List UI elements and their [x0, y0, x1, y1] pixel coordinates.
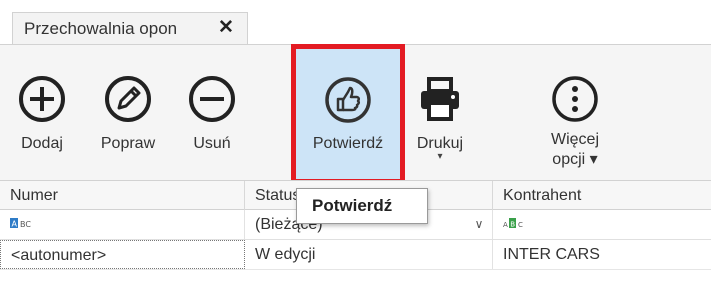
text-filter-icon: A BC [10, 218, 31, 229]
cell-kontrahent[interactable]: INTER CARS [493, 240, 711, 269]
pencil-circle-icon [105, 76, 151, 122]
delete-button[interactable]: Usuń [181, 45, 243, 181]
svg-text:A: A [503, 221, 508, 229]
svg-text:B: B [510, 221, 515, 229]
column-header-numer[interactable]: Numer [0, 181, 245, 210]
edit-button-label: Popraw [100, 135, 156, 152]
confirm-tooltip: Potwierdź [296, 188, 428, 224]
edit-button[interactable]: Popraw [92, 45, 164, 181]
printer-icon [421, 77, 459, 121]
more-options-icon [552, 76, 598, 122]
add-button[interactable]: Dodaj [14, 45, 70, 181]
chevron-down-icon: ▾ [437, 151, 443, 162]
minus-circle-icon [189, 76, 235, 122]
add-button-label: Dodaj [21, 135, 63, 152]
more-options-button[interactable]: Więcej opcji ▾ [530, 45, 620, 181]
chevron-down-icon[interactable]: ∨ [467, 210, 491, 239]
more-options-label-line1: Więcej [550, 131, 599, 148]
plus-circle-icon [19, 76, 65, 122]
thumbs-up-icon [325, 77, 371, 123]
more-options-label-line2: opcji ▾ [552, 151, 598, 168]
confirm-button-label: Potwierdź [312, 135, 384, 152]
tab-strip: Przechowalnia opon ✕ [0, 0, 711, 44]
more-options-label: Więcej opcji ▾ [530, 130, 620, 170]
filter-cell-numer[interactable]: A BC [0, 210, 245, 239]
svg-text:A: A [12, 220, 18, 229]
ribbon-toolbar: Dodaj Popraw Usuń Potwierdź Drukuj ▾ Wię… [0, 44, 711, 206]
svg-text:BC: BC [20, 220, 31, 229]
print-button[interactable]: Drukuj ▾ [405, 45, 475, 181]
confirm-button[interactable]: Potwierdź [296, 45, 400, 181]
table-row[interactable]: <autonumer> W edycji INTER CARS [0, 240, 711, 270]
delete-button-label: Usuń [193, 135, 231, 152]
close-icon[interactable]: ✕ [218, 17, 234, 39]
text-filter-icon: A B C [503, 218, 523, 229]
tab-label: Przechowalnia opon [24, 18, 178, 38]
cell-status[interactable]: W edycji [245, 240, 493, 269]
column-header-kontrahent[interactable]: Kontrahent [493, 181, 711, 210]
svg-text:C: C [518, 221, 523, 229]
tab-przechowalnia-opon[interactable]: Przechowalnia opon ✕ [12, 12, 248, 44]
cell-numer[interactable]: <autonumer> [0, 240, 245, 269]
filter-cell-kontrahent[interactable]: A B C [493, 210, 711, 239]
